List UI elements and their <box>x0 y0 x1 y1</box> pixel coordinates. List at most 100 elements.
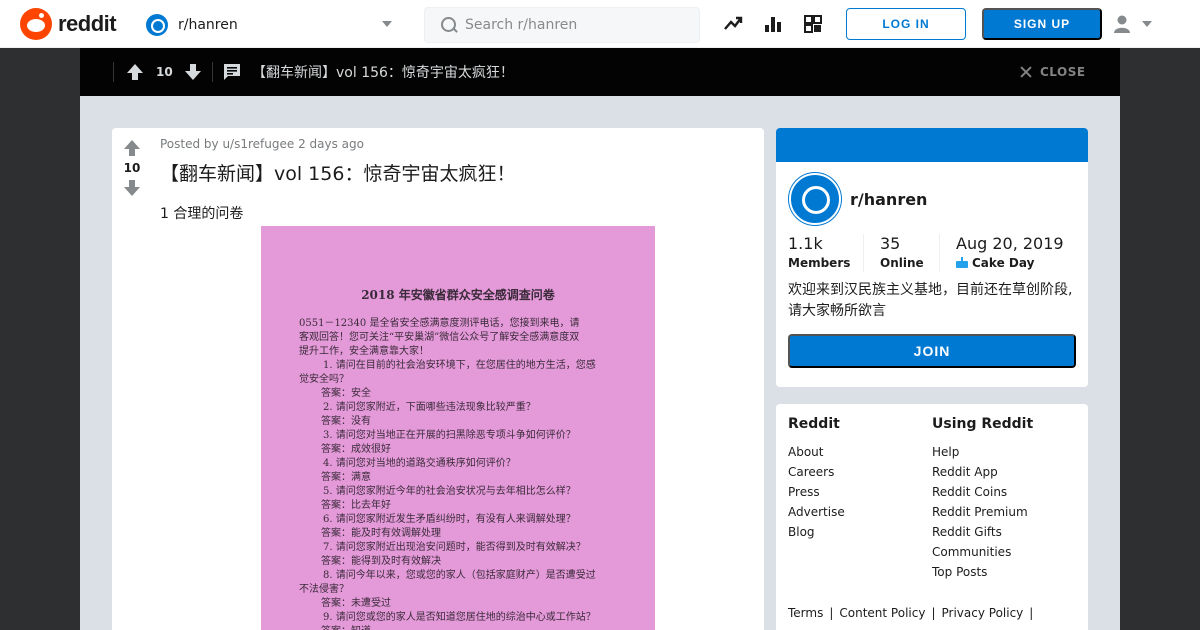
image-doc-line: 答案：成效很好 <box>321 444 391 455</box>
post-meta: Posted by u/s1refugee 2 days ago <box>160 137 364 151</box>
post-score: 10 <box>123 161 141 175</box>
footer-link[interactable]: Reddit Gifts <box>932 522 1033 542</box>
close-button[interactable]: CLOSE <box>1020 64 1086 80</box>
post-title: 【翻车新闻】vol 156：惊奇宇宙太疯狂！ <box>160 163 516 185</box>
image-doc-line: 3. 请问您对当地正在开展的扫黑除恶专项斗争如何评价？ <box>323 430 576 441</box>
community-avatar <box>789 173 841 225</box>
image-doc-line: 不法侵害？ <box>299 584 349 595</box>
community-name[interactable]: r/hanren <box>850 190 927 209</box>
footer-link[interactable]: Help <box>932 442 1033 462</box>
footer-link[interactable]: Careers <box>788 462 845 482</box>
legal-links: Terms | Content Policy | Privacy Policy | <box>788 606 1039 620</box>
logo-text: reddit <box>58 11 117 36</box>
login-button[interactable]: LOG IN <box>846 8 966 40</box>
divider <box>113 62 114 82</box>
stats-icon[interactable] <box>763 14 783 34</box>
image-doc-line: 客观回答！您可关注“平安巢湖”微信公众号了解安全感满意度双 <box>299 332 580 343</box>
community-icon[interactable] <box>803 14 823 34</box>
search-input[interactable] <box>465 17 685 33</box>
image-doc-line: 2. 请问您家附近，下面哪些违法现象比较严重？ <box>323 402 536 413</box>
upvote-icon[interactable] <box>126 63 144 81</box>
image-doc-line: 答案：比去年好 <box>321 500 391 511</box>
image-doc-line: 1. 请问在目前的社会治安环境下，在您居住的地方生活，您感 <box>323 360 596 371</box>
downvote-icon[interactable] <box>123 179 141 197</box>
post-image[interactable]: 2018 年安徽省群众安全感调查问卷 0551－12340 是全省安全感满意度测… <box>261 226 655 630</box>
topbar-title: 【翻车新闻】vol 156：惊奇宇宙太疯狂！ <box>252 65 514 81</box>
image-doc-line: 6. 请问您家附近发生矛盾纠纷时，有没有人来调解处理？ <box>323 514 576 525</box>
image-doc-line: 答案：能及时有效调解处理 <box>321 528 441 539</box>
subreddit-selector[interactable]: r/hanren <box>146 12 400 38</box>
post-overlay: 10 【翻车新闻】vol 156：惊奇宇宙太疯狂！ CLOSE 10 Poste… <box>80 48 1120 630</box>
close-icon <box>1020 66 1032 78</box>
image-doc-line: 7. 请问您家附近出现治安问题时，能否得到及时有效解决？ <box>323 542 586 553</box>
image-doc-line: 4. 请问您对当地的道路交通秩序如何评价？ <box>323 458 516 469</box>
using-reddit-links: Using Reddit Help Reddit App Reddit Coins R… <box>932 416 1033 582</box>
user-icon <box>1114 15 1130 33</box>
image-doc-line: 觉安全吗？ <box>299 374 349 385</box>
legal-link[interactable]: Privacy Policy <box>942 606 1024 620</box>
divider <box>863 234 864 272</box>
footer-link[interactable]: Advertise <box>788 502 845 522</box>
reddit-snoo-icon <box>20 8 52 40</box>
trending-icon[interactable] <box>723 14 743 34</box>
top-header: reddit r/hanren LOG IN SIGN UP <box>0 0 1200 48</box>
legal-separator: | <box>1029 606 1034 620</box>
image-doc-line: 0551－12340 是全省安全感满意度测评电话，您接到来电，请 <box>299 318 580 329</box>
chevron-down-icon <box>1142 21 1152 27</box>
online-count: 35 <box>880 234 901 253</box>
footer-link[interactable]: Communities <box>932 542 1033 562</box>
legal-link[interactable]: Content Policy <box>839 606 925 620</box>
downvote-icon[interactable] <box>184 63 202 81</box>
online-label: Online <box>880 256 924 270</box>
post-topbar: 10 【翻车新闻】vol 156：惊奇宇宙太疯狂！ CLOSE <box>80 48 1120 96</box>
reddit-logo[interactable]: reddit <box>20 8 117 40</box>
join-button[interactable]: JOIN <box>788 334 1076 368</box>
image-doc-line: 答案：能得到及时有效解决 <box>321 556 441 567</box>
image-doc-line: 答案：未遭受过 <box>321 598 391 609</box>
community-description: 欢迎来到汉民族主义基地，目前还在草创阶段,请大家畅所欲言 <box>788 282 1073 319</box>
community-card: r/hanren 1.1k Members 35 Online Aug 20, … <box>776 128 1088 387</box>
post-card: 10 Posted by u/s1refugee 2 days ago 【翻车新… <box>112 128 764 630</box>
members-label: Members <box>788 256 851 270</box>
community-banner <box>776 128 1088 162</box>
cake-day-date: Aug 20, 2019 <box>956 234 1064 253</box>
footer-link[interactable]: Reddit Premium <box>932 502 1033 522</box>
image-doc-line: 答案：知道 <box>321 622 371 630</box>
footer-link[interactable]: Reddit App <box>932 462 1033 482</box>
close-label: CLOSE <box>1040 65 1086 79</box>
divider <box>212 62 213 82</box>
image-doc-line: 提升工作，安全满意靠大家！ <box>299 346 429 357</box>
reddit-links: Reddit About Careers Press Advertise Blog <box>788 416 845 542</box>
online-stat: 35 Online <box>880 234 924 270</box>
image-doc-title: 2018 年安徽省群众安全感调查问卷 <box>361 288 555 302</box>
footer-links-card: Reddit About Careers Press Advertise Blog Us… <box>776 404 1088 630</box>
image-doc-line: 答案：没有 <box>321 416 371 427</box>
footer-link[interactable]: About <box>788 442 845 462</box>
upvote-icon[interactable] <box>123 139 141 157</box>
footer-link[interactable]: Top Posts <box>932 562 1033 582</box>
members-stat: 1.1k Members <box>788 234 850 270</box>
subreddit-name: r/hanren <box>178 17 238 33</box>
post-flair: 1 合理的问卷 <box>160 206 244 222</box>
image-doc-line: 9. 请问您或您的家人是否知道您居住地的综治中心或工作站？ <box>323 612 596 623</box>
legal-separator: | <box>931 606 936 620</box>
image-doc-line: 8. 请问今年以来，您或您的家人（包括家庭财产）是否遭受过 <box>323 570 596 581</box>
subreddit-icon <box>146 14 168 36</box>
cake-day-stat: Aug 20, 2019 Cake Day <box>956 234 1064 270</box>
footer-link[interactable]: Blog <box>788 522 845 542</box>
vote-column: 10 <box>112 128 152 630</box>
cake-icon <box>956 257 968 268</box>
comment-icon <box>224 64 240 80</box>
legal-link[interactable]: Terms <box>788 606 823 620</box>
chevron-down-icon <box>382 21 392 27</box>
image-doc-line: 答案：满意 <box>321 472 371 483</box>
reddit-links-heading: Reddit <box>788 416 840 432</box>
signup-button[interactable]: SIGN UP <box>982 8 1102 40</box>
footer-link[interactable]: Press <box>788 482 845 502</box>
footer-link[interactable]: Reddit Coins <box>932 482 1033 502</box>
search-icon <box>441 17 457 33</box>
image-doc-line: 答案：安全 <box>321 388 371 399</box>
topbar-score: 10 <box>156 65 173 79</box>
user-menu[interactable] <box>1112 12 1160 36</box>
members-count: 1.1k <box>788 234 823 253</box>
